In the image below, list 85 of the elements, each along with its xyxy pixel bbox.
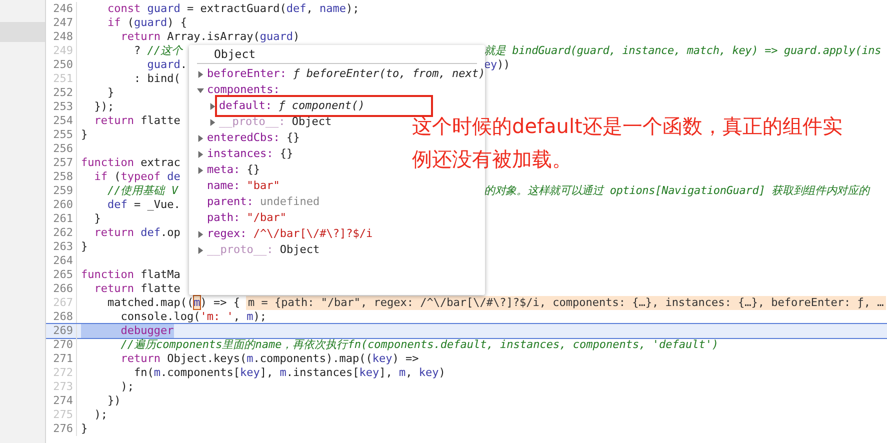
property-entry[interactable]: components: (207, 83, 280, 97)
line-number: 262 (53, 226, 73, 239)
disclosure-triangle-icon[interactable] (197, 166, 204, 174)
line-number: 251 (53, 72, 73, 85)
code-line: } (81, 128, 88, 142)
code-line: function flatMa (81, 268, 180, 282)
code-line: return def.op (93, 226, 180, 240)
code-line: } (81, 422, 88, 436)
line-number: 276 (53, 422, 73, 435)
code-line: //使用基础 V (106, 184, 178, 198)
code-line: if (typeof de (93, 170, 180, 184)
line-number: 260 (53, 198, 73, 211)
line-number: 248 (53, 30, 73, 43)
code-line: return flatte (93, 114, 180, 128)
code-line: const guard = extractGuard(def, name); (106, 2, 360, 16)
popover-title: Object (197, 45, 477, 64)
line-number: 265 (53, 268, 73, 281)
code-line: ); (120, 380, 134, 394)
line-number: 267 (53, 296, 73, 309)
code-line: fn(m.components[key], m.instances[key], m, key) (132, 366, 446, 380)
property-entry[interactable]: regex: /^\/bar[\/#\?]?$/i (207, 227, 373, 241)
property-entry[interactable]: beforeEnter: ƒ beforeEnter(to, from, next) (207, 67, 486, 81)
code-line: } (81, 240, 88, 254)
line-number: 270 (53, 338, 73, 351)
line-number: 246 (53, 2, 73, 15)
line-number: 269 (53, 324, 73, 337)
inline-value-hint: m = {path: "/bar", regex: /^\/bar[\/#\?]?$/i, components: {…}, instances: {…}, beforeEnter: ƒ, … (246, 296, 886, 310)
code-line: //遍历components里面的name，再依次执行fn(components.default, instances, components, 'default') (120, 338, 719, 352)
line-number: 264 (53, 254, 73, 267)
code-line: } (93, 212, 101, 226)
code-line: return flatte (93, 282, 180, 296)
line-number: 271 (53, 352, 73, 365)
code-line: 就是 bindGuard(guard, instance, match, key) => guard.apply(ins (484, 44, 882, 58)
disclosure-triangle-icon[interactable] (209, 118, 216, 126)
code-line: ? //这个 (132, 44, 182, 58)
code-line: function extrac (81, 156, 180, 170)
line-number: 258 (53, 170, 73, 183)
property-entry[interactable]: __proto__: Object (219, 115, 332, 129)
disclosure-triangle-icon[interactable] (197, 150, 204, 158)
code-line: }) (106, 394, 121, 408)
code-line: }); (93, 100, 114, 114)
property-entry[interactable]: instances: {} (207, 147, 294, 161)
line-number: 256 (53, 142, 73, 155)
code-line: return Array.isArray(guard) (120, 30, 300, 44)
line-number: 257 (53, 156, 73, 169)
code-line: ); (93, 408, 108, 422)
line-number: 250 (53, 58, 73, 71)
code-line: : bind( (132, 72, 180, 86)
line-number: 266 (53, 282, 73, 295)
line-number: 263 (53, 240, 73, 253)
code-line: matched.map((m) => { (106, 296, 240, 310)
line-number: 259 (53, 184, 73, 197)
annotation-text: 这个时候的default还是一个函数，真正的组件实例还没有被加载。 (412, 113, 844, 173)
code-line: 的对象。这样就可以通过 options[NavigationGuard] 获取到组件内对应的 (484, 184, 870, 198)
line-number: 255 (53, 128, 73, 141)
code-line: if (guard) { (106, 16, 187, 30)
disclosure-triangle-icon[interactable] (197, 134, 204, 142)
code-line: return Object.keys(m.components).map((key) => (120, 352, 419, 366)
line-number: 247 (53, 16, 73, 29)
code-line: ey)) (484, 58, 510, 72)
code-line: def = _Vue. (106, 198, 180, 212)
disclosure-triangle-icon[interactable] (209, 102, 216, 110)
line-number: 254 (53, 114, 73, 127)
line-number: 261 (53, 212, 73, 225)
code-line: } (106, 86, 114, 100)
property-entry[interactable]: name: "bar" (207, 179, 280, 193)
property-entry[interactable]: meta: {} (207, 163, 260, 177)
disclosure-triangle-icon[interactable] (197, 246, 204, 254)
property-entry[interactable]: enteredCbs: {} (207, 131, 300, 145)
disclosure-triangle-icon[interactable] (197, 86, 204, 94)
code-line: guard. (146, 58, 187, 72)
property-entry[interactable]: __proto__: Object (207, 243, 320, 257)
line-number: 249 (53, 44, 73, 57)
property-entry[interactable]: path: "/bar" (207, 211, 286, 225)
line-number: 253 (53, 100, 73, 113)
disclosure-triangle-icon[interactable] (197, 230, 204, 238)
line-number: 273 (53, 380, 73, 393)
disclosure-triangle-icon[interactable] (197, 70, 204, 78)
line-number: 252 (53, 86, 73, 99)
property-entry[interactable]: parent: undefined (207, 195, 320, 209)
code-line: console.log('m: ', m); (120, 310, 266, 324)
line-number: 274 (53, 394, 73, 407)
line-number: 275 (53, 408, 73, 421)
line-number: 268 (53, 310, 73, 323)
line-number: 272 (53, 366, 73, 379)
